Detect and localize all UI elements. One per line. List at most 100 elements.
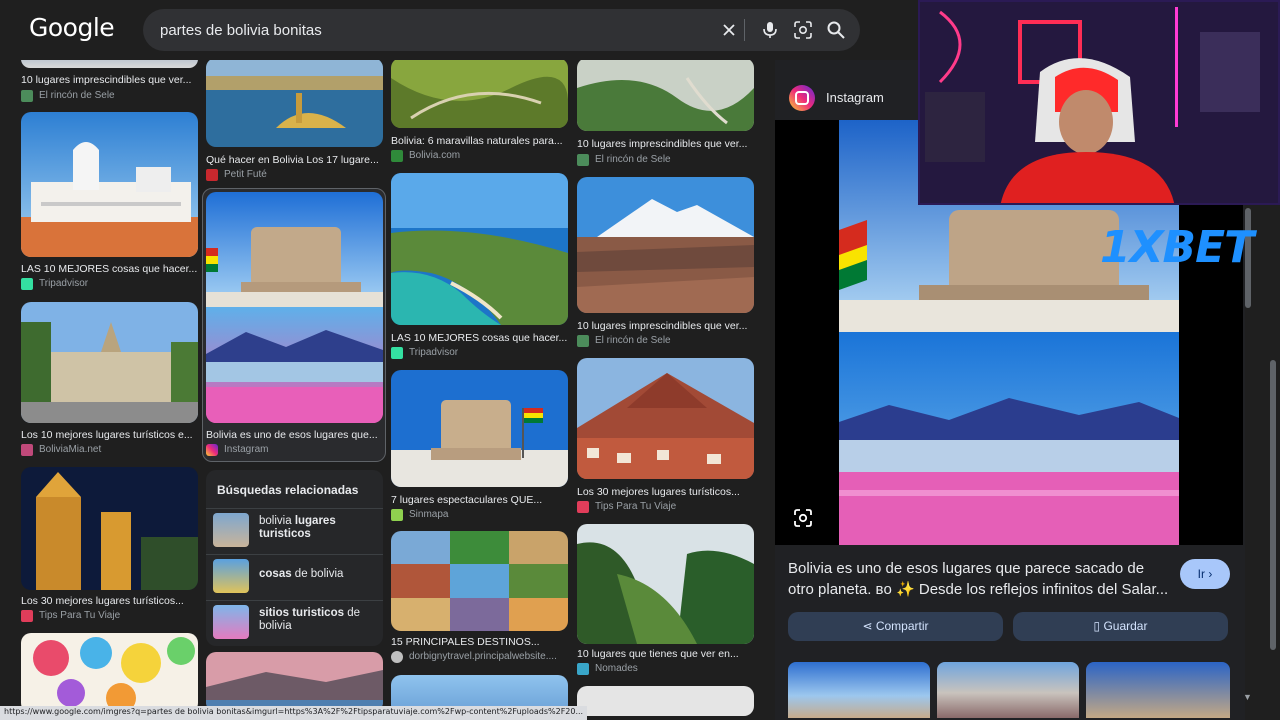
related-search-item[interactable]: bolivia lugares turisticos <box>206 508 383 548</box>
result-image[interactable] <box>21 467 198 590</box>
result-source[interactable]: El rincón de Sele <box>39 90 115 101</box>
result-image[interactable] <box>577 686 754 716</box>
related-image[interactable] <box>1086 662 1230 718</box>
result-image[interactable] <box>577 58 754 131</box>
preview-source-name[interactable]: Instagram <box>826 90 884 105</box>
save-button-label: Guardar <box>1103 619 1148 633</box>
visit-button-label: Ir <box>1197 567 1205 581</box>
related-bold: cosas <box>259 568 292 580</box>
related-plain: bolivia <box>259 515 295 527</box>
related-bold: sitios turisticos <box>259 607 344 619</box>
source-favicon <box>577 663 589 675</box>
microphone-icon[interactable] <box>760 20 780 40</box>
source-favicon <box>577 501 589 513</box>
result-image[interactable] <box>21 112 198 257</box>
webcam-feed <box>920 2 1278 203</box>
share-icon: ⋖ <box>862 619 876 633</box>
source-favicon <box>206 169 218 181</box>
result-source[interactable]: El rincón de Sele <box>595 154 671 165</box>
page-scrollbar[interactable] <box>1270 360 1276 650</box>
result-image[interactable] <box>391 370 568 487</box>
related-image[interactable] <box>788 662 930 718</box>
result-source[interactable]: Bolivia.com <box>409 150 460 161</box>
related-searches: Búsquedas relacionadas bolivia lugares t… <box>206 470 383 646</box>
related-thumbnail <box>213 513 249 547</box>
result-image[interactable] <box>391 531 568 631</box>
instagram-favicon <box>206 444 218 456</box>
source-favicon <box>577 154 589 166</box>
result-source[interactable]: Tips Para Tu Viaje <box>39 610 120 621</box>
related-thumbnail <box>213 559 249 593</box>
related-plain: de bolivia <box>291 568 344 580</box>
result-caption[interactable]: Los 10 mejores lugares turísticos e... <box>21 429 198 441</box>
source-favicon <box>21 444 33 456</box>
result-image[interactable] <box>577 358 754 479</box>
instagram-icon <box>789 85 815 111</box>
search-input[interactable]: partes de bolivia bonitas <box>160 22 322 39</box>
source-favicon <box>391 651 403 663</box>
result-caption[interactable]: 10 lugares imprescindibles que ver... <box>577 138 754 150</box>
result-caption[interactable]: 15 PRINCIPALES DESTINOS... <box>391 636 568 648</box>
sponsor-logo: 1XBET <box>1100 222 1254 273</box>
lens-icon[interactable] <box>793 20 813 40</box>
result-caption[interactable]: 7 lugares espectaculares QUE... <box>391 494 568 506</box>
related-thumbnail <box>213 605 249 639</box>
result-image[interactable] <box>577 524 754 644</box>
bookmark-icon: ▯ <box>1093 619 1104 633</box>
result-source[interactable]: Tripadvisor <box>409 347 458 358</box>
result-source[interactable]: Petit Futé <box>224 169 267 180</box>
result-caption[interactable]: LAS 10 MEJORES cosas que hacer... <box>21 263 198 275</box>
source-favicon <box>577 335 589 347</box>
result-caption[interactable]: Bolivia es uno de esos lugares que... <box>206 429 383 441</box>
visual-search-icon[interactable] <box>793 508 813 528</box>
result-caption[interactable]: LAS 10 MEJORES cosas que hacer... <box>391 332 568 344</box>
result-caption[interactable]: 10 lugares imprescindibles que ver... <box>21 74 198 86</box>
webcam-overlay <box>918 0 1280 205</box>
share-button[interactable]: ⋖ Compartir <box>788 612 1003 641</box>
related-search-item[interactable]: cosas de bolivia <box>206 554 383 594</box>
share-button-label: Compartir <box>875 619 929 633</box>
divider <box>744 19 745 41</box>
source-favicon <box>391 509 403 521</box>
related-searches-title: Búsquedas relacionadas <box>217 483 359 497</box>
source-favicon <box>391 150 403 162</box>
search-bar[interactable]: partes de bolivia bonitas <box>143 9 860 51</box>
result-source[interactable]: BoliviaMia.net <box>39 444 101 455</box>
save-button[interactable]: ▯ Guardar <box>1013 612 1228 641</box>
tripadvisor-favicon <box>391 347 403 359</box>
result-caption[interactable]: Bolivia: 6 maravillas naturales para... <box>391 135 568 147</box>
result-caption[interactable]: Los 30 mejores lugares turísticos... <box>577 486 754 498</box>
result-image[interactable] <box>577 177 754 313</box>
result-source[interactable]: Sinmapa <box>409 509 448 520</box>
source-favicon <box>21 610 33 622</box>
result-image[interactable] <box>206 58 383 147</box>
result-image[interactable] <box>206 192 383 423</box>
search-icon[interactable] <box>826 20 846 40</box>
clear-icon[interactable] <box>719 20 739 40</box>
result-image[interactable] <box>391 58 568 128</box>
visit-button[interactable]: Ir › <box>1180 559 1230 589</box>
related-image[interactable] <box>937 662 1079 718</box>
result-caption[interactable]: Los 30 mejores lugares turísticos... <box>21 595 198 607</box>
result-image[interactable] <box>21 633 198 713</box>
result-source[interactable]: dorbignytravel.principalwebsite.... <box>409 651 557 662</box>
result-source[interactable]: Nomades <box>595 663 638 674</box>
result-image[interactable] <box>21 302 198 423</box>
result-source[interactable]: Tips Para Tu Viaje <box>595 501 676 512</box>
result-source[interactable]: El rincón de Sele <box>595 335 671 346</box>
related-search-item[interactable]: sitios turisticos de bolivia <box>206 600 383 640</box>
google-logo[interactable]: Google <box>29 13 115 42</box>
chevron-right-icon: › <box>1208 567 1213 581</box>
result-caption[interactable]: Qué hacer en Bolivia Los 17 lugare... <box>206 154 383 166</box>
status-url: https://www.google.com/imgres?q=partes d… <box>0 706 588 720</box>
result-image[interactable] <box>391 173 568 325</box>
result-source[interactable]: Instagram <box>224 444 268 455</box>
preview-description: Bolivia es uno de esos lugares que parec… <box>788 560 1169 598</box>
result-image[interactable] <box>206 652 383 712</box>
tripadvisor-favicon <box>21 278 33 290</box>
result-caption[interactable]: 10 lugares que tienes que ver en... <box>577 648 754 660</box>
source-favicon <box>21 90 33 102</box>
result-source[interactable]: Tripadvisor <box>39 278 88 289</box>
result-caption[interactable]: 10 lugares imprescindibles que ver... <box>577 320 754 332</box>
scroll-down-icon[interactable]: ▼ <box>1243 692 1252 702</box>
